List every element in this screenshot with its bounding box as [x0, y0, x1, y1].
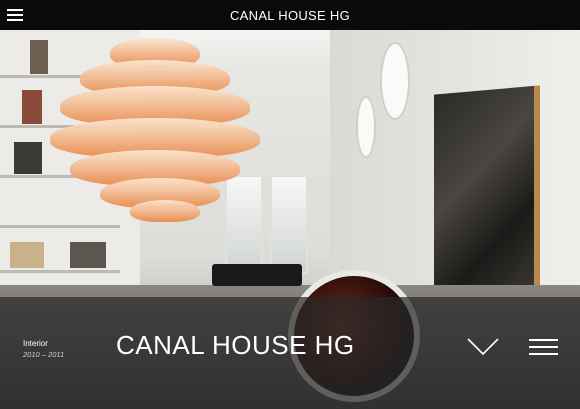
site-title[interactable]: CANAL HOUSE HG — [0, 8, 580, 23]
pendant-lamp — [50, 38, 260, 228]
project-years: 2010 – 2011 — [23, 350, 65, 359]
sofa — [212, 264, 302, 286]
oval-window — [380, 42, 410, 120]
project-category: Interior — [23, 339, 48, 348]
chevron-down-icon[interactable] — [467, 338, 499, 356]
top-header: CANAL HOUSE HG — [0, 0, 580, 30]
project-title: CANAL HOUSE HG — [116, 330, 355, 360]
window — [270, 175, 308, 274]
menu-lines-icon[interactable] — [529, 339, 558, 356]
oval-window — [356, 96, 376, 158]
artwork — [434, 85, 540, 305]
